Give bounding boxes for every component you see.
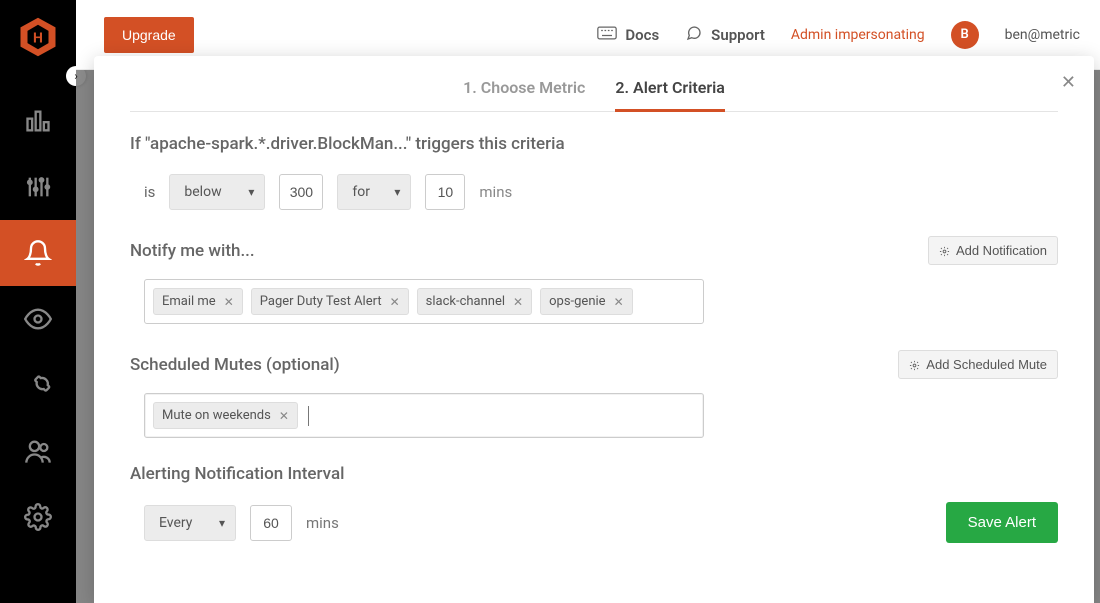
- alert-criteria-modal: ✕ 1. Choose Metric 2. Alert Criteria If …: [94, 56, 1094, 603]
- tag[interactable]: ops-genie ✕: [540, 288, 633, 315]
- user-email[interactable]: ben@metric: [1005, 27, 1080, 43]
- impersonation-notice: Admin impersonating: [791, 27, 925, 43]
- for-label: for: [352, 184, 370, 200]
- tag-label: ops-genie: [549, 294, 605, 309]
- gear-icon: [939, 245, 950, 256]
- comparator-select[interactable]: below: [169, 174, 265, 210]
- sidebar: H ›: [0, 0, 76, 603]
- text-cursor: [308, 406, 309, 426]
- docs-label: Docs: [625, 26, 659, 44]
- tab-choose-metric[interactable]: 1. Choose Metric: [463, 78, 585, 111]
- mutes-section-title: Scheduled Mutes (optional): [130, 355, 340, 375]
- remove-tag-icon[interactable]: ✕: [513, 295, 523, 309]
- for-select[interactable]: for: [337, 174, 411, 210]
- modal-tabs: 1. Choose Metric 2. Alert Criteria: [130, 78, 1058, 112]
- nav-settings[interactable]: [0, 484, 76, 550]
- comparator-value: below: [184, 184, 221, 200]
- docs-link[interactable]: Docs: [597, 26, 659, 44]
- nav-watch[interactable]: [0, 286, 76, 352]
- nav-team[interactable]: [0, 418, 76, 484]
- tag-label: Mute on weekends: [162, 408, 271, 423]
- upgrade-button[interactable]: Upgrade: [104, 17, 194, 53]
- chat-icon: [685, 25, 703, 45]
- interval-controls: Every mins: [144, 505, 339, 541]
- tag[interactable]: Pager Duty Test Alert ✕: [251, 288, 409, 315]
- add-mute-label: Add Scheduled Mute: [926, 357, 1047, 372]
- tag[interactable]: Mute on weekends ✕: [153, 402, 298, 429]
- remove-tag-icon[interactable]: ✕: [614, 295, 624, 309]
- threshold-input[interactable]: [279, 174, 323, 210]
- add-scheduled-mute-button[interactable]: Add Scheduled Mute: [898, 350, 1058, 379]
- nav-integrations[interactable]: [0, 352, 76, 418]
- is-label: is: [144, 183, 155, 201]
- remove-tag-icon[interactable]: ✕: [390, 295, 400, 309]
- support-label: Support: [711, 26, 765, 44]
- avatar[interactable]: B: [951, 21, 979, 49]
- duration-unit: mins: [479, 183, 512, 201]
- save-alert-button[interactable]: Save Alert: [946, 502, 1058, 543]
- tag-label: slack-channel: [426, 294, 505, 309]
- tag-label: Pager Duty Test Alert: [260, 294, 382, 309]
- interval-unit: mins: [306, 514, 339, 532]
- notify-section-title: Notify me with...: [130, 241, 255, 261]
- svg-text:H: H: [33, 30, 43, 46]
- criteria-row: is below for mins: [130, 174, 1058, 210]
- support-link[interactable]: Support: [685, 25, 765, 45]
- criteria-description: If "apache-spark.*.driver.BlockMan..." t…: [130, 134, 1058, 154]
- scheduled-mutes-input[interactable]: Mute on weekends ✕: [144, 393, 704, 438]
- interval-mode-select[interactable]: Every: [144, 505, 236, 541]
- gear-icon: [909, 359, 920, 370]
- nav-metrics[interactable]: [0, 154, 76, 220]
- nav-alerts[interactable]: [0, 220, 76, 286]
- interval-mode-value: Every: [159, 515, 192, 531]
- keyboard-icon: [597, 26, 617, 44]
- tag[interactable]: slack-channel ✕: [417, 288, 532, 315]
- add-notification-label: Add Notification: [956, 243, 1047, 258]
- remove-tag-icon[interactable]: ✕: [279, 409, 289, 423]
- app-logo: H: [17, 16, 59, 58]
- tag[interactable]: Email me ✕: [153, 288, 243, 315]
- nav-dashboards[interactable]: [0, 88, 76, 154]
- close-button[interactable]: ✕: [1061, 72, 1076, 93]
- interval-value-input[interactable]: [250, 505, 292, 541]
- add-notification-button[interactable]: Add Notification: [928, 236, 1058, 265]
- duration-input[interactable]: [425, 174, 465, 210]
- close-icon: ✕: [1061, 72, 1076, 93]
- tag-label: Email me: [162, 294, 216, 309]
- remove-tag-icon[interactable]: ✕: [224, 295, 234, 309]
- notification-targets-input[interactable]: Email me✕Pager Duty Test Alert✕slack-cha…: [144, 279, 704, 324]
- interval-section-title: Alerting Notification Interval: [130, 464, 1058, 484]
- tab-alert-criteria[interactable]: 2. Alert Criteria: [615, 78, 724, 112]
